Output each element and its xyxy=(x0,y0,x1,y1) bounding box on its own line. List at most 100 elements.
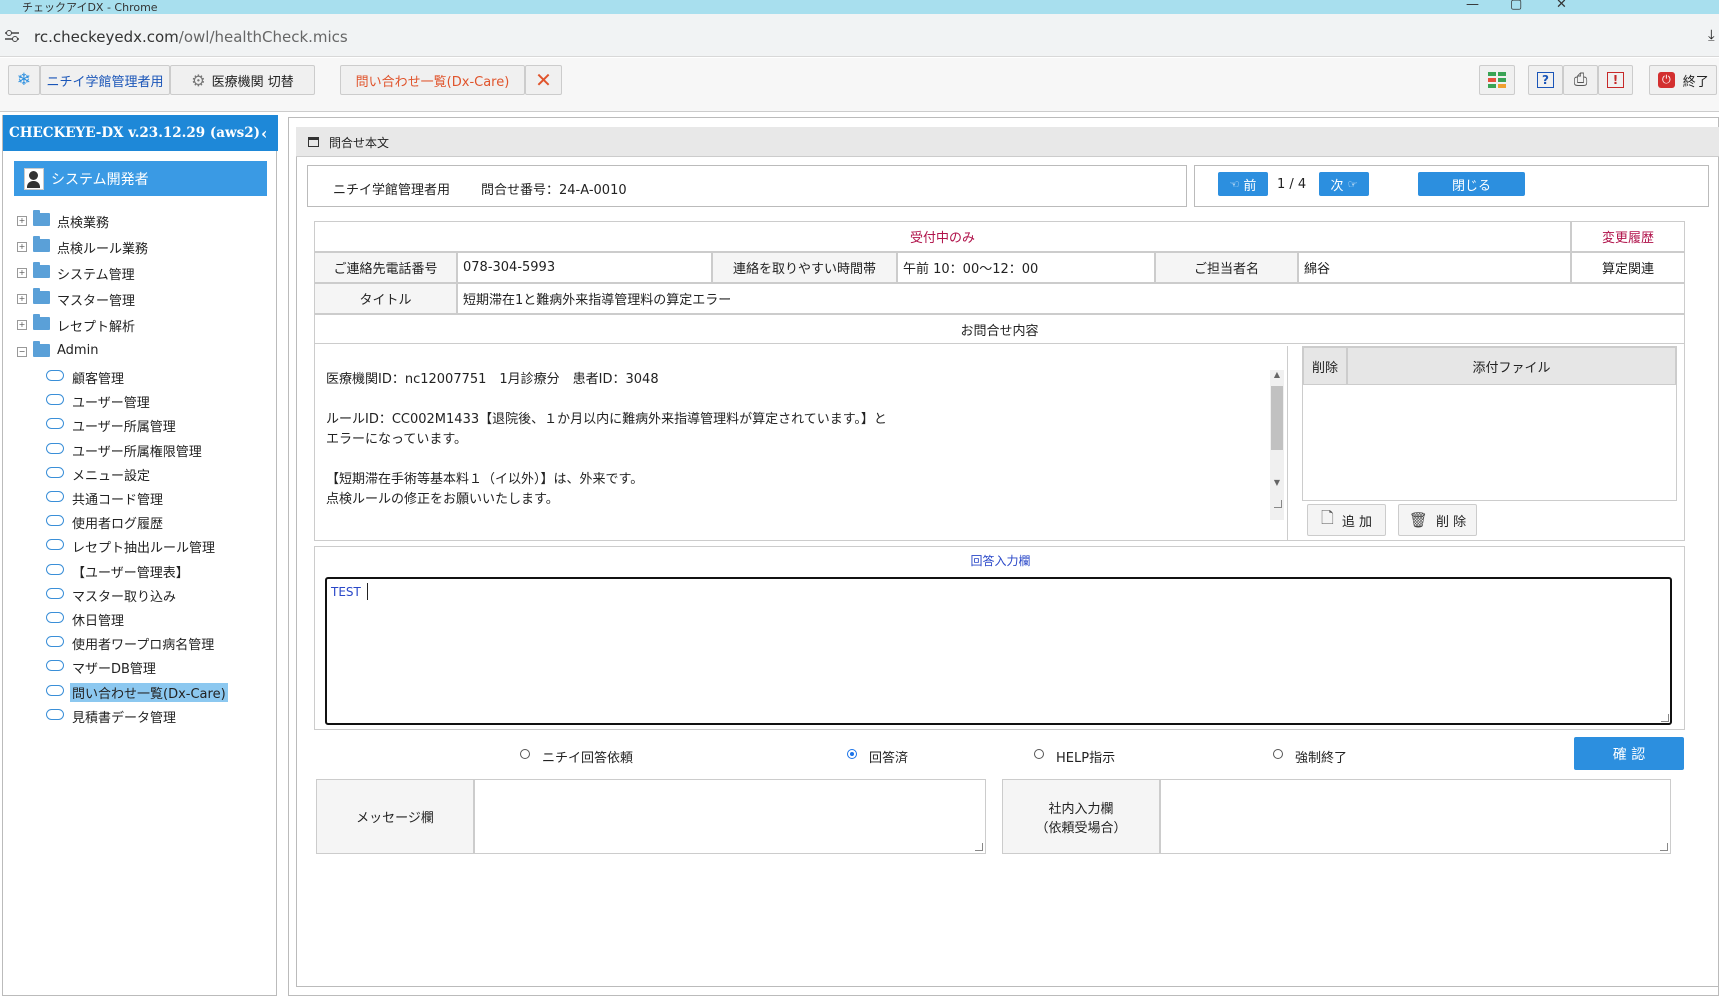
content-line xyxy=(326,450,887,470)
gear-icon: ⚙ xyxy=(191,70,206,90)
change-history-link[interactable]: 変更履歴 xyxy=(1571,221,1685,252)
resize-handle-icon[interactable] xyxy=(975,843,983,851)
minimize-icon[interactable]: — xyxy=(1466,0,1479,12)
user-button[interactable]: ニチイ学館管理者用 xyxy=(40,65,170,95)
person-label: ご担当者名 xyxy=(1155,252,1298,283)
menu-grid-button[interactable] xyxy=(1479,65,1515,95)
grid-menu-icon xyxy=(1488,72,1506,88)
add-attachment-button[interactable]: 🗋 追 加 xyxy=(1307,504,1386,536)
expand-icon[interactable]: + xyxy=(17,242,27,252)
url-text[interactable]: rc.checkeyedx.com/owl/healthCheck.mics xyxy=(34,28,348,46)
attachment-table: 削除 添付ファイル xyxy=(1302,346,1677,501)
title-label: タイトル xyxy=(314,283,457,314)
cloud-icon xyxy=(46,418,64,430)
download-icon[interactable]: ⤓ xyxy=(1708,26,1715,44)
collapse-sidebar-icon[interactable]: ‹ xyxy=(261,124,267,143)
scroll-up-icon[interactable]: ▲ xyxy=(1270,370,1284,379)
close-window-icon[interactable]: ✕ xyxy=(1556,0,1567,12)
close-button[interactable]: 閉じる xyxy=(1418,172,1525,196)
cloud-icon xyxy=(46,563,64,575)
content-line: 点検ルールの修正をお願いいたします。 xyxy=(326,492,559,507)
cloud-icon xyxy=(46,515,64,527)
resize-handle-icon[interactable] xyxy=(1274,500,1282,508)
answer-textarea[interactable]: TEST xyxy=(325,577,1672,725)
scroll-thumb[interactable] xyxy=(1271,386,1283,450)
attach-delete-header: 削除 xyxy=(1303,347,1347,385)
app-toolbar: ❄ ニチイ学館管理者用 ⚙ 医療機関 切替 問い合わせ一覧(Dx-Care) ✕… xyxy=(0,58,1719,112)
address-bar[interactable]: rc.checkeyedx.com/owl/healthCheck.mics ⤓ xyxy=(0,14,1719,57)
person-value: 綿谷 xyxy=(1298,252,1571,283)
org-name: ニチイ学館管理者用 xyxy=(333,183,451,198)
folder-icon xyxy=(33,210,50,226)
time-label: 連絡を取りやすい時間帯 xyxy=(712,252,897,283)
time-value: 午前 10：00～12：00 xyxy=(897,252,1155,283)
phone-label: ご連絡先電話番号 xyxy=(314,252,457,283)
phone-value: 078-304-5993 xyxy=(457,252,712,283)
site-settings-icon[interactable] xyxy=(4,29,20,43)
status-label: 受付中のみ xyxy=(314,221,1571,252)
sidebar-header: CHECKEYE-DX v.23.12.29 (aws2) ‹ xyxy=(3,115,278,151)
content-line xyxy=(326,390,887,410)
panel-header: 問合せ本文 xyxy=(296,127,1719,157)
message-textarea[interactable] xyxy=(474,779,986,854)
hand-right-icon: ☞ xyxy=(1347,177,1358,191)
radio-icon[interactable] xyxy=(1034,749,1044,759)
expand-icon[interactable]: + xyxy=(17,216,27,226)
inquiry-info-box: ニチイ学館管理者用 問合せ番号：24-A-0010 xyxy=(307,165,1187,207)
alert-button[interactable]: ! xyxy=(1598,65,1633,95)
print-button[interactable]: ⎙ xyxy=(1563,65,1598,95)
user-icon xyxy=(24,168,44,190)
cloud-icon xyxy=(46,394,64,406)
resize-handle-icon[interactable] xyxy=(1661,714,1669,722)
version-label: CHECKEYE-DX v.23.12.29 (aws2) xyxy=(9,125,261,141)
content-textarea[interactable]: 医療機関ID：nc12007751 1月診療分 患者ID：3048 ルールID：C… xyxy=(316,346,1288,541)
expand-icon[interactable]: + xyxy=(17,294,27,304)
resize-handle-icon[interactable] xyxy=(1660,843,1668,851)
content-line: ルールID：CC002M1433【退院後、１か月以内に難病外来指導管理料が算定さ… xyxy=(326,412,887,427)
alert-icon: ! xyxy=(1606,72,1625,88)
expand-icon[interactable]: + xyxy=(17,268,27,278)
close-icon: ✕ xyxy=(535,68,552,92)
sidebar: CHECKEYE-DX v.23.12.29 (aws2) ‹ システム開発者 … xyxy=(2,115,278,996)
snowflake-logo-icon: ❄ xyxy=(8,65,40,95)
folder-icon xyxy=(33,288,50,304)
content-text: 医療機関ID：nc12007751 1月診療分 患者ID：3048 ルールID：C… xyxy=(326,370,887,510)
scrollbar[interactable]: ▲ ▼ xyxy=(1270,370,1284,520)
add-file-icon: 🗋 xyxy=(1320,507,1334,527)
help-button[interactable]: ? xyxy=(1528,65,1563,95)
prev-button[interactable]: ☜ 前 xyxy=(1218,172,1268,196)
maximize-icon[interactable]: ▢ xyxy=(1510,0,1522,12)
window-title-bar: チェックアイDX - Chrome — ▢ ✕ xyxy=(0,0,1719,14)
hand-left-icon: ☜ xyxy=(1229,177,1240,191)
confirm-button[interactable]: 確 認 xyxy=(1574,737,1684,770)
radio-icon[interactable] xyxy=(520,749,530,759)
radio-icon[interactable] xyxy=(1273,749,1283,759)
cloud-icon xyxy=(46,636,64,648)
close-tab-button[interactable]: ✕ xyxy=(525,65,562,95)
radio-selected-icon[interactable] xyxy=(847,749,857,759)
tab-inquiry-list[interactable]: 問い合わせ一覧(Dx-Care) xyxy=(340,65,525,95)
category-value: 算定関連 xyxy=(1571,252,1685,283)
message-label: メッセージ欄 xyxy=(316,779,474,854)
delete-attachment-button[interactable]: 🗑 削 除 xyxy=(1398,504,1477,536)
folder-icon xyxy=(33,341,50,357)
switch-clinic-button[interactable]: ⚙ 医療機関 切替 xyxy=(170,65,315,95)
cloud-icon xyxy=(46,684,64,696)
cloud-icon xyxy=(46,539,64,551)
pager-box: ☜ 前 1 / 4 次 ☞ 閉じる xyxy=(1194,165,1709,207)
content-line: 【短期滞在手術等基本料１（イ以外）】は、外来です。 xyxy=(326,472,644,487)
expand-icon[interactable]: + xyxy=(17,320,27,330)
content-line: 医療機関ID：nc12007751 1月診療分 患者ID：3048 xyxy=(326,372,659,387)
next-button[interactable]: 次 ☞ xyxy=(1319,172,1369,196)
collapse-icon[interactable]: − xyxy=(17,347,27,357)
window-title: チェックアイDX - Chrome xyxy=(22,1,158,14)
internal-label: 社内入力欄 （依頼受場合） xyxy=(1002,779,1160,854)
exit-button[interactable]: ⏻ 終了 xyxy=(1649,65,1717,95)
cloud-icon xyxy=(46,612,64,623)
help-icon: ? xyxy=(1537,72,1554,88)
cloud-icon xyxy=(46,442,64,454)
cloud-icon xyxy=(46,491,64,502)
scroll-down-icon[interactable]: ▼ xyxy=(1270,478,1284,487)
internal-textarea[interactable] xyxy=(1160,779,1671,854)
cloud-icon xyxy=(46,370,64,381)
